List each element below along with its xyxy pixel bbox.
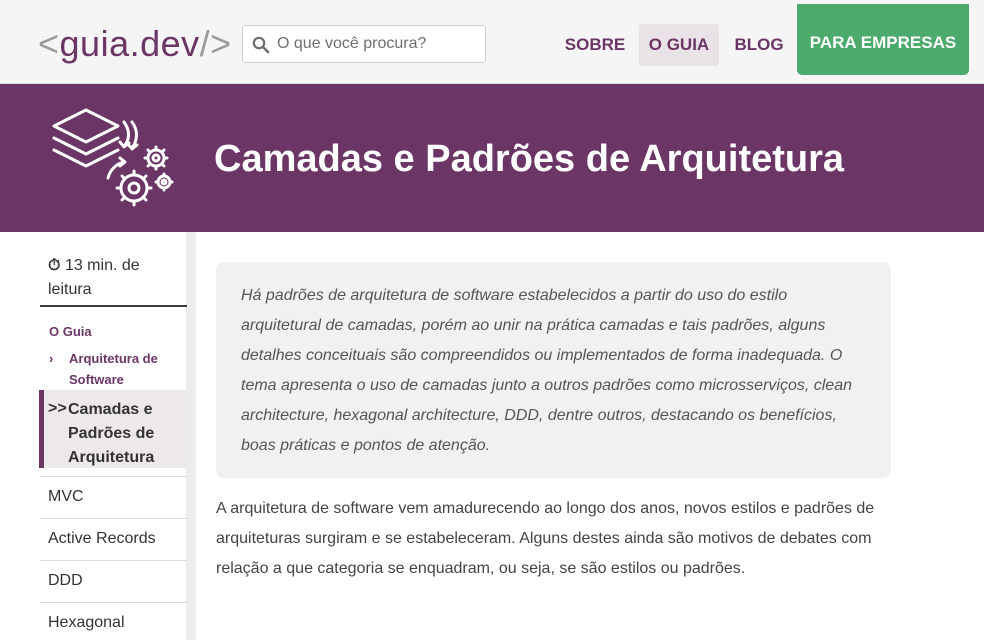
- sidebar-item-ddd[interactable]: DDD: [40, 560, 187, 602]
- timer-icon: ⏱: [48, 257, 61, 274]
- breadcrumb-root[interactable]: O Guia: [49, 322, 92, 342]
- para-empresas-button[interactable]: PARA EMPRESAS: [797, 4, 969, 75]
- breadcrumb-parent[interactable]: › Arquitetura de Software: [49, 348, 184, 390]
- layers-gears-icon: [52, 108, 174, 207]
- chevron-right-icon: ›: [49, 351, 54, 366]
- search-icon: [252, 36, 270, 54]
- nav-sobre[interactable]: SOBRE: [559, 24, 631, 66]
- sidebar-divider: [186, 232, 196, 640]
- reading-time-divider: [40, 305, 187, 307]
- sidebar-item-active-records[interactable]: Active Records: [40, 518, 187, 560]
- intro-summary: Há padrões de arquitetura de software es…: [216, 262, 891, 478]
- sidebar-item-current[interactable]: >> Camadas e Padrões de Arquitetura: [39, 390, 186, 468]
- article-paragraph: A arquitetura de software vem amadurecen…: [216, 500, 875, 577]
- site-logo[interactable]: <guia.dev/>: [38, 22, 232, 66]
- nav-blog[interactable]: BLOG: [729, 24, 789, 66]
- sidebar-item-hexagonal[interactable]: Hexagonal: [40, 602, 187, 640]
- page-title: Camadas e Padrões de Arquitetura: [214, 138, 845, 180]
- nav-o-guia[interactable]: O GUIA: [639, 24, 719, 66]
- sidebar-item-mvc[interactable]: MVC: [40, 476, 187, 518]
- search-box[interactable]: [242, 25, 486, 63]
- search-input[interactable]: [277, 26, 477, 62]
- double-chevron-icon: >>: [48, 400, 67, 417]
- reading-time: ⏱ 13 min. de leitura: [48, 257, 140, 298]
